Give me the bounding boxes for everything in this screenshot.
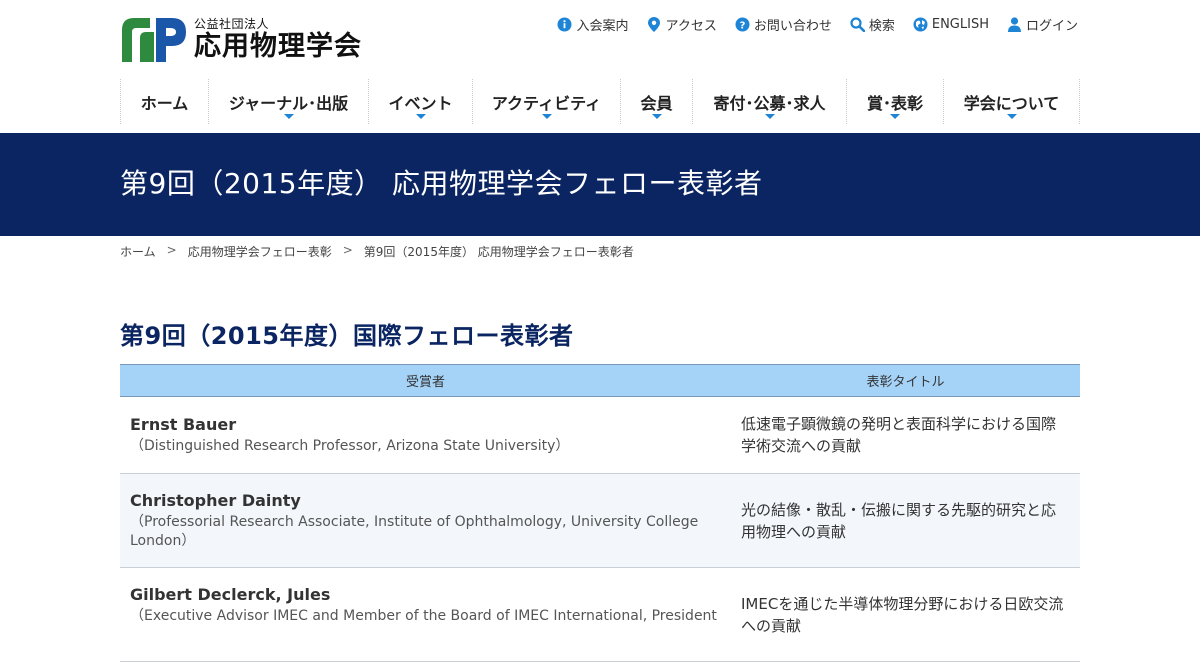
jsap-logo-icon	[122, 18, 186, 62]
utility-join[interactable]: 入会案内	[557, 15, 628, 34]
nav-journal[interactable]: ジャーナル･出版	[209, 79, 369, 124]
question-icon: ?	[735, 17, 750, 32]
utility-english[interactable]: ENGLISH	[913, 15, 989, 34]
table-row: Gilbert Declerck, Jules （Executive Advis…	[120, 567, 1080, 662]
breadcrumb-fellow[interactable]: 応用物理学会フェロー表彰	[188, 243, 332, 260]
recipient-affiliation: （Professorial Research Associate, Instit…	[130, 514, 699, 549]
breadcrumb-home[interactable]: ホーム	[120, 243, 156, 260]
award-title-cell: 光の結像・散乱・伝搬に関する先駆的研究と応用物理への貢献	[731, 473, 1080, 568]
breadcrumb-separator: >	[166, 243, 177, 257]
nav-donation[interactable]: 寄付･公募･求人	[693, 79, 847, 124]
breadcrumb-current: 第9回（2015年度） 応用物理学会フェロー表彰者	[363, 245, 634, 259]
utility-join-label: 入会案内	[576, 19, 629, 34]
utility-access[interactable]: アクセス	[646, 15, 717, 34]
utility-contact[interactable]: ? お問い合わせ	[735, 15, 832, 34]
award-title: 低速電子顕微鏡の発明と表面科学における国際学術交流への貢献	[741, 415, 1057, 455]
caret-down-icon	[541, 114, 552, 119]
utility-search[interactable]: 検索	[850, 15, 895, 34]
caret-down-icon	[651, 114, 662, 119]
logo-text: 公益社団法人 応用物理学会	[194, 16, 362, 63]
fellows-table: 受賞者 表彰タイトル Ernst Bauer （Distinguished Re…	[120, 364, 1080, 662]
recipient-cell: Christopher Dainty （Professorial Researc…	[120, 473, 731, 568]
page-hero: 第9回（2015年度） 応用物理学会フェロー表彰者	[0, 133, 1200, 236]
nav-events-label: イベント	[388, 93, 453, 113]
table-row: Ernst Bauer （Distinguished Research Prof…	[120, 396, 1080, 474]
utility-access-label: アクセス	[665, 19, 717, 34]
nav-home-label: ホーム	[140, 93, 189, 113]
breadcrumb-separator: >	[342, 243, 353, 257]
utility-english-label: ENGLISH	[931, 17, 989, 32]
award-title: IMECを通じた半導体物理分野における日欧交流への貢献	[741, 595, 1064, 635]
map-pin-icon	[646, 17, 661, 32]
globe-icon	[913, 17, 928, 32]
award-title-cell: IMECを通じた半導体物理分野における日欧交流への貢献	[731, 567, 1080, 662]
nav-awards-label: 賞･表彰	[866, 93, 923, 113]
caret-down-icon	[415, 114, 426, 119]
global-nav: ホーム ジャーナル･出版 イベント アクティビティ 会員 寄付･公募･求人 賞･…	[120, 79, 1081, 124]
table-header-row: 受賞者 表彰タイトル	[120, 364, 1080, 397]
nav-about-label: 学会について	[963, 93, 1060, 113]
breadcrumb: ホーム > 応用物理学会フェロー表彰 > 第9回（2015年度） 応用物理学会フ…	[120, 243, 634, 260]
utility-contact-label: お問い合わせ	[753, 19, 832, 34]
caret-down-icon	[1006, 114, 1017, 119]
logo-title: 応用物理学会	[194, 31, 362, 62]
site-header: 公益社団法人 応用物理学会 入会案内 アクセス ? お問い合わせ 検索 ENGL…	[0, 0, 1200, 133]
recipient-name: Christopher Dainty	[130, 491, 301, 510]
recipient-cell: Ernst Bauer （Distinguished Research Prof…	[120, 396, 731, 474]
nav-donation-label: 寄付･公募･求人	[713, 93, 826, 113]
recipient-cell: Gilbert Declerck, Jules （Executive Advis…	[120, 567, 731, 662]
nav-members-label: 会員	[640, 93, 673, 113]
nav-journal-label: ジャーナル･出版	[228, 93, 349, 113]
svg-text:?: ?	[739, 20, 745, 31]
table-row: Christopher Dainty （Professorial Researc…	[120, 473, 1080, 568]
utility-nav: 入会案内 アクセス ? お問い合わせ 検索 ENGLISH ログイン	[557, 15, 1078, 34]
nav-events[interactable]: イベント	[369, 79, 473, 124]
recipient-name: Ernst Bauer	[130, 415, 237, 434]
award-title: 光の結像・散乱・伝搬に関する先駆的研究と応用物理への貢献	[741, 500, 1057, 541]
award-title-cell: 低速電子顕微鏡の発明と表面科学における国際学術交流への貢献	[731, 396, 1080, 474]
nav-activity-label: アクティビティ	[491, 93, 602, 113]
nav-members[interactable]: 会員	[621, 79, 693, 124]
caret-down-icon	[283, 114, 294, 119]
recipient-name: Gilbert Declerck, Jules	[130, 585, 331, 604]
utility-login[interactable]: ログイン	[1007, 15, 1078, 34]
utility-search-label: 検索	[868, 19, 895, 34]
page-title: 第9回（2015年度） 応用物理学会フェロー表彰者	[120, 167, 763, 200]
caret-down-icon	[890, 114, 900, 119]
recipient-affiliation: （Executive Advisor IMEC and Member of th…	[130, 608, 717, 624]
nav-activity[interactable]: アクティビティ	[473, 79, 621, 124]
section-title: 第9回（2015年度）国際フェロー表彰者	[120, 322, 574, 350]
utility-login-label: ログイン	[1025, 19, 1078, 34]
info-icon	[557, 17, 572, 32]
search-icon	[850, 17, 865, 32]
nav-awards[interactable]: 賞･表彰	[847, 79, 944, 124]
header-recipient: 受賞者	[120, 364, 731, 397]
site-logo[interactable]: 公益社団法人 応用物理学会	[120, 16, 362, 64]
caret-down-icon	[764, 114, 775, 119]
nav-home[interactable]: ホーム	[121, 79, 209, 124]
user-icon	[1007, 17, 1022, 32]
nav-about[interactable]: 学会について	[944, 79, 1080, 124]
logo-subtitle: 公益社団法人	[194, 17, 270, 31]
header-award-title: 表彰タイトル	[731, 364, 1080, 397]
recipient-affiliation: （Distinguished Research Professor, Arizo…	[130, 438, 570, 454]
